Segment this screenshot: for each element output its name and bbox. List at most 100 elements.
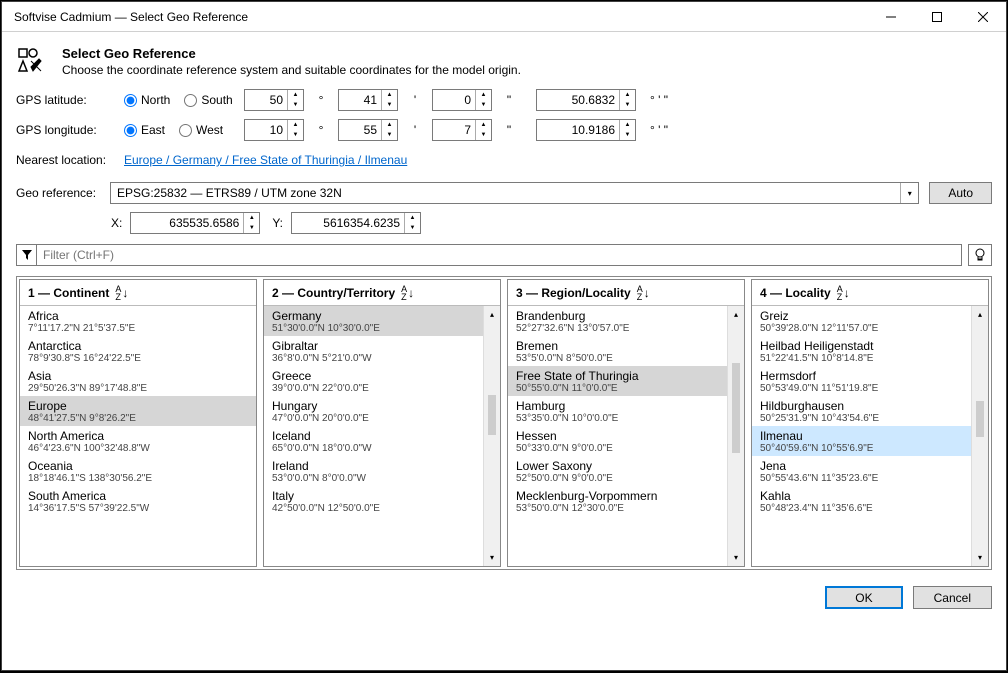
list-item[interactable]: Iceland65°0'0.0"N 18°0'0.0"W	[264, 426, 483, 456]
lat-sec-spinner[interactable]: ▲▼	[432, 89, 492, 111]
list-item[interactable]: Ilmenau50°40'59.6"N 10°55'6.9"E	[752, 426, 971, 456]
panel-header[interactable]: 3 — Region/LocalityAZ↓	[508, 280, 744, 306]
list-item[interactable]: Italy42°50'0.0"N 12°50'0.0"E	[264, 486, 483, 516]
east-radio[interactable]: East	[124, 123, 165, 137]
list-item[interactable]: Hermsdorf50°53'49.0"N 11°51'19.8"E	[752, 366, 971, 396]
list-item[interactable]: South America14°36'17.5"S 57°39'22.5"W	[20, 486, 256, 516]
list-item[interactable]: Kahla50°48'23.4"N 11°35'6.6"E	[752, 486, 971, 516]
list-item[interactable]: Oceania18°18'46.1"S 138°30'56.2"E	[20, 456, 256, 486]
lon-suffix: ° ' "	[650, 123, 668, 137]
scroll-thumb[interactable]	[732, 363, 740, 453]
scroll-down-icon[interactable]: ▾	[484, 549, 500, 566]
ok-button[interactable]: OK	[825, 586, 902, 609]
list-item[interactable]: Jena50°55'43.6"N 11°35'23.6"E	[752, 456, 971, 486]
hint-button[interactable]	[968, 244, 992, 266]
item-name: Italy	[272, 489, 475, 503]
item-coord: 7°11'17.2"N 21°5'37.5"E	[28, 323, 248, 334]
geo-reference-icon	[16, 46, 48, 78]
lat-decimal-spinner[interactable]: ▲▼	[536, 89, 636, 111]
nearest-location-link[interactable]: Europe / Germany / Free State of Thuring…	[124, 153, 407, 167]
west-radio[interactable]: West	[179, 123, 223, 137]
lon-decimal-spinner[interactable]: ▲▼	[536, 119, 636, 141]
window-title: Softvise Cadmium — Select Geo Reference	[2, 10, 868, 24]
scrollbar[interactable]: ▴▾	[483, 306, 500, 566]
scroll-down-icon[interactable]: ▾	[728, 549, 744, 566]
panel-header[interactable]: 4 — Locality AZ↓	[752, 280, 988, 306]
longitude-row: GPS longitude: East West ▲▼ ° ▲▼ ' ▲▼ " …	[16, 118, 992, 142]
item-coord: 29°50'26.3"N 89°17'48.8"E	[28, 383, 248, 394]
minimize-button[interactable]	[868, 2, 914, 32]
list-item[interactable]: Hungary47°0'0.0"N 20°0'0.0"E	[264, 396, 483, 426]
list-item[interactable]: Free State of Thuringia50°55'0.0"N 11°0'…	[508, 366, 727, 396]
panel-title: 4 — Locality	[760, 286, 831, 300]
list-item[interactable]: Hamburg53°35'0.0"N 10°0'0.0"E	[508, 396, 727, 426]
filter-input[interactable]	[36, 244, 962, 266]
list-item[interactable]: Bremen53°5'0.0"N 8°50'0.0"E	[508, 336, 727, 366]
list-item[interactable]: Antarctica78°9'30.8"S 16°24'22.5"E	[20, 336, 256, 366]
item-name: Hungary	[272, 399, 475, 413]
item-name: Brandenburg	[516, 309, 719, 323]
south-radio[interactable]: South	[184, 93, 232, 107]
auto-button[interactable]: Auto	[929, 182, 992, 204]
header-subtitle: Choose the coordinate reference system a…	[62, 63, 521, 77]
list-item[interactable]: Asia29°50'26.3"N 89°17'48.8"E	[20, 366, 256, 396]
list-item[interactable]: Lower Saxony52°50'0.0"N 9°0'0.0"E	[508, 456, 727, 486]
list-item[interactable]: North America46°4'23.6"N 100°32'48.8"W	[20, 426, 256, 456]
cancel-button[interactable]: Cancel	[913, 586, 992, 609]
list-item[interactable]: Mecklenburg-Vorpommern53°50'0.0"N 12°30'…	[508, 486, 727, 516]
list-item[interactable]: Greiz50°39'28.0"N 12°11'57.0"E	[752, 306, 971, 336]
sort-icon[interactable]: AZ↓	[637, 285, 650, 301]
scrollbar[interactable]: ▴▾	[971, 306, 988, 566]
list-item[interactable]: Europe48°41'27.5"N 9°8'26.2"E	[20, 396, 256, 426]
lat-deg-spinner[interactable]: ▲▼	[244, 89, 304, 111]
item-name: Africa	[28, 309, 248, 323]
x-spinner[interactable]: ▲▼	[130, 212, 260, 234]
list-item[interactable]: Heilbad Heiligenstadt51°22'41.5"N 10°8'1…	[752, 336, 971, 366]
item-name: Bremen	[516, 339, 719, 353]
scroll-up-icon[interactable]: ▴	[728, 306, 744, 323]
maximize-button[interactable]	[914, 2, 960, 32]
scroll-thumb[interactable]	[488, 395, 496, 435]
longitude-direction: East West	[124, 123, 234, 137]
list-item[interactable]: Ireland53°0'0.0"N 8°0'0.0"W	[264, 456, 483, 486]
sort-icon[interactable]: AZ↓	[115, 285, 128, 301]
list-item[interactable]: Brandenburg52°27'32.6"N 13°0'57.0"E	[508, 306, 727, 336]
item-coord: 50°53'49.0"N 11°51'19.8"E	[760, 383, 963, 394]
list-item[interactable]: Germany51°30'0.0"N 10°30'0.0"E	[264, 306, 483, 336]
sort-icon[interactable]: AZ↓	[401, 285, 414, 301]
scroll-up-icon[interactable]: ▴	[484, 306, 500, 323]
panel-body: Brandenburg52°27'32.6"N 13°0'57.0"EBreme…	[508, 306, 744, 566]
list-item[interactable]: Africa7°11'17.2"N 21°5'37.5"E	[20, 306, 256, 336]
panel-header[interactable]: 2 — Country/TerritoryAZ↓	[264, 280, 500, 306]
item-name: Ilmenau	[760, 429, 963, 443]
item-name: Kahla	[760, 489, 963, 503]
list-item[interactable]: Hessen50°33'0.0"N 9°0'0.0"E	[508, 426, 727, 456]
chevron-down-icon[interactable]: ▾	[900, 183, 918, 203]
item-coord: 50°40'59.6"N 10°55'6.9"E	[760, 443, 963, 454]
sort-icon[interactable]: AZ↓	[837, 285, 850, 301]
filter-icon	[16, 244, 36, 266]
item-coord: 50°48'23.4"N 11°35'6.6"E	[760, 503, 963, 514]
north-radio[interactable]: North	[124, 93, 170, 107]
nearest-label: Nearest location:	[16, 153, 114, 167]
y-spinner[interactable]: ▲▼	[291, 212, 421, 234]
lon-min-spinner[interactable]: ▲▼	[338, 119, 398, 141]
panel-header[interactable]: 1 — ContinentAZ↓	[20, 280, 256, 306]
footer: OK Cancel	[16, 580, 992, 609]
list-item[interactable]: Greece39°0'0.0"N 22°0'0.0"E	[264, 366, 483, 396]
scrollbar[interactable]: ▴▾	[727, 306, 744, 566]
georef-input[interactable]	[111, 183, 900, 203]
lon-sec-spinner[interactable]: ▲▼	[432, 119, 492, 141]
item-name: Hamburg	[516, 399, 719, 413]
close-button[interactable]	[960, 2, 1006, 32]
scroll-thumb[interactable]	[976, 401, 984, 437]
scroll-down-icon[interactable]: ▾	[972, 549, 988, 566]
lat-min-spinner[interactable]: ▲▼	[338, 89, 398, 111]
scroll-up-icon[interactable]: ▴	[972, 306, 988, 323]
georef-combobox[interactable]: ▾	[110, 182, 919, 204]
list-item[interactable]: Gibraltar36°8'0.0"N 5°21'0.0"W	[264, 336, 483, 366]
lon-deg-spinner[interactable]: ▲▼	[244, 119, 304, 141]
list-item[interactable]: Hildburghausen50°25'31.9"N 10°43'54.6"E	[752, 396, 971, 426]
degree-symbol: °	[314, 123, 328, 137]
item-name: Free State of Thuringia	[516, 369, 719, 383]
